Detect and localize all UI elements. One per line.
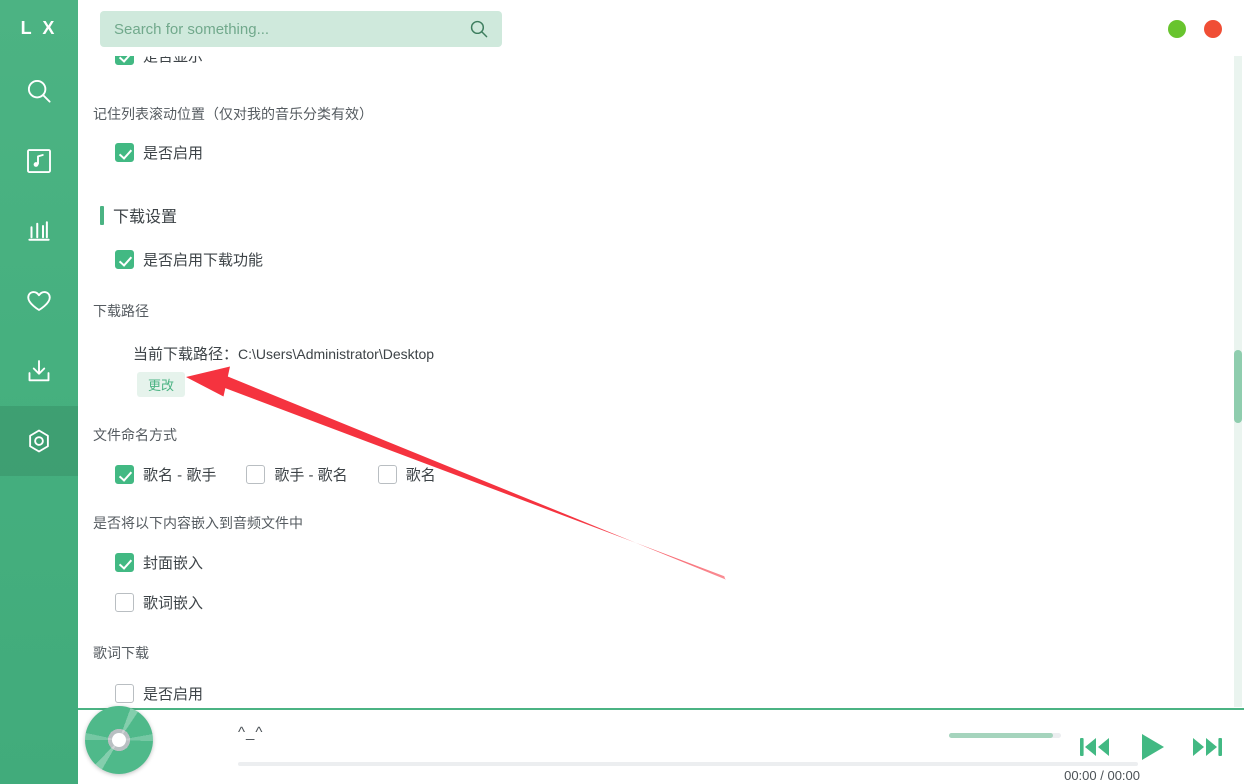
checkbox-name-only[interactable] <box>377 465 397 484</box>
checkbox-label-lyric-download: 是否启用 <box>143 686 204 703</box>
checkbox-label-name-artist: 歌名 - 歌手 <box>143 467 217 484</box>
volume-fill <box>949 733 1053 738</box>
checkbox-label-embed-lyric: 歌词嵌入 <box>143 595 204 612</box>
checkbox-row-artist-name[interactable]: 歌手 - 歌名 <box>246 464 348 485</box>
setting-lyric-download: 歌词下载 是否启用 <box>78 643 1224 704</box>
checkbox-row-lyric-download[interactable]: 是否启用 <box>115 683 1224 704</box>
label-remember-scroll: 记住列表滚动位置（仅对我的音乐分类有效） <box>93 106 373 122</box>
download-icon <box>24 356 54 386</box>
search-input[interactable] <box>114 20 466 38</box>
label-lyric-download: 歌词下载 <box>93 645 149 661</box>
section-title-download: 下载设置 <box>113 209 178 226</box>
sidebar-item-downloads[interactable] <box>0 336 78 406</box>
sidebar-item-ranking[interactable] <box>0 196 78 266</box>
checkbox-label-show: 是否显示 <box>143 56 204 65</box>
label-download-path: 下载路径 <box>93 303 149 319</box>
checkbox-row-name-artist[interactable]: 歌名 - 歌手 <box>115 464 216 485</box>
checkbox-row-name-only[interactable]: 歌名 <box>377 464 436 485</box>
app-logo: L X <box>20 17 58 38</box>
progress-bar[interactable] <box>238 762 1138 766</box>
checkbox-row-show[interactable]: 是否显示 <box>115 56 1224 66</box>
sidebar-item-search[interactable] <box>0 56 78 126</box>
previous-button[interactable] <box>1078 732 1112 762</box>
checkbox-enable-download[interactable] <box>115 250 134 269</box>
checkbox-embed-lyric[interactable] <box>115 593 134 612</box>
checkbox-embed-cover[interactable] <box>115 553 134 572</box>
checkbox-label-artist-name: 歌手 - 歌名 <box>274 467 348 484</box>
sidebar: L X <box>0 0 78 784</box>
checkbox-row-embed-cover[interactable]: 封面嵌入 <box>115 552 1224 573</box>
checkbox-row-enable-download[interactable]: 是否启用下载功能 <box>115 249 1224 270</box>
checkbox-label-remember-scroll: 是否启用 <box>143 145 204 162</box>
sidebar-item-settings[interactable] <box>0 406 78 476</box>
checkbox-row-embed-lyric[interactable]: 歌词嵌入 <box>115 592 1224 613</box>
section-header-download: 下载设置 <box>78 203 1224 227</box>
checkbox-artist-name[interactable] <box>246 465 266 484</box>
settings-panel: 是否显示 记住列表滚动位置（仅对我的音乐分类有效） 是否启用 下载设置 是否启用… <box>78 56 1244 707</box>
label-embed: 是否将以下内容嵌入到音频文件中 <box>93 515 303 531</box>
current-download-path-label: 当前下载路径： <box>133 346 239 363</box>
checkbox-show[interactable] <box>115 56 134 65</box>
next-button[interactable] <box>1190 732 1224 762</box>
setting-remember-scroll: 记住列表滚动位置（仅对我的音乐分类有效） 是否启用 <box>78 104 1224 163</box>
gear-hexagon-icon <box>24 426 54 456</box>
player-bar: ^_^ 00:00 / 00:00 <box>78 706 1244 784</box>
search-icon[interactable] <box>466 16 492 42</box>
volume-slider[interactable] <box>949 733 1061 738</box>
settings-scroll-content: 是否显示 记住列表滚动位置（仅对我的音乐分类有效） 是否启用 下载设置 是否启用… <box>78 56 1224 707</box>
time-display: 00:00 / 00:00 <box>1064 768 1140 783</box>
music-album-icon <box>24 146 54 176</box>
setting-file-naming: 文件命名方式 歌名 - 歌手 歌手 - 歌名 歌名 <box>78 425 1224 485</box>
scrollbar-track[interactable] <box>1234 56 1242 707</box>
sidebar-item-favorites[interactable] <box>0 266 78 336</box>
checkbox-label-name-only: 歌名 <box>405 467 436 484</box>
setting-clipped-top: 是否显示 <box>78 56 1224 66</box>
vinyl-disc-icon[interactable] <box>85 706 153 774</box>
play-button[interactable] <box>1134 730 1168 764</box>
sidebar-item-music-library[interactable] <box>0 126 78 196</box>
top-bar <box>78 0 1244 56</box>
vinyl-shine <box>85 706 153 774</box>
current-download-path-value: C:\Users\Administrator\Desktop <box>238 346 435 362</box>
current-download-path: 当前下载路径：C:\Users\Administrator\Desktop <box>78 343 1224 364</box>
search-box[interactable] <box>100 11 502 47</box>
file-naming-options: 歌名 - 歌手 歌手 - 歌名 歌名 <box>115 464 1224 485</box>
now-playing-title: ^_^ <box>238 724 264 741</box>
close-button[interactable] <box>1204 20 1222 38</box>
checkbox-name-artist[interactable] <box>115 465 134 484</box>
section-accent-bar <box>100 205 104 225</box>
checkbox-remember-scroll[interactable] <box>115 143 134 162</box>
checkbox-label-enable-download: 是否启用下载功能 <box>143 252 264 269</box>
window-controls <box>1168 20 1222 38</box>
setting-enable-download: 是否启用下载功能 <box>78 249 1224 270</box>
search-icon <box>24 76 54 106</box>
checkbox-row-remember-scroll[interactable]: 是否启用 <box>115 142 1224 163</box>
setting-embed: 是否将以下内容嵌入到音频文件中 封面嵌入 歌词嵌入 <box>78 513 1224 613</box>
minimize-button[interactable] <box>1168 20 1186 38</box>
playback-controls <box>1078 730 1224 764</box>
bar-chart-icon <box>24 216 54 246</box>
change-download-path-button[interactable]: 更改 <box>137 372 186 397</box>
label-file-naming: 文件命名方式 <box>93 427 177 443</box>
checkbox-lyric-download[interactable] <box>115 684 134 703</box>
heart-icon <box>24 286 54 316</box>
checkbox-label-embed-cover: 封面嵌入 <box>143 555 204 572</box>
setting-download-path: 下载路径 当前下载路径：C:\Users\Administrator\Deskt… <box>78 301 1224 397</box>
app-window: L X Search for something... 是否显示 记住列表滚动位… <box>0 0 1244 784</box>
scrollbar-thumb[interactable] <box>1234 350 1242 423</box>
